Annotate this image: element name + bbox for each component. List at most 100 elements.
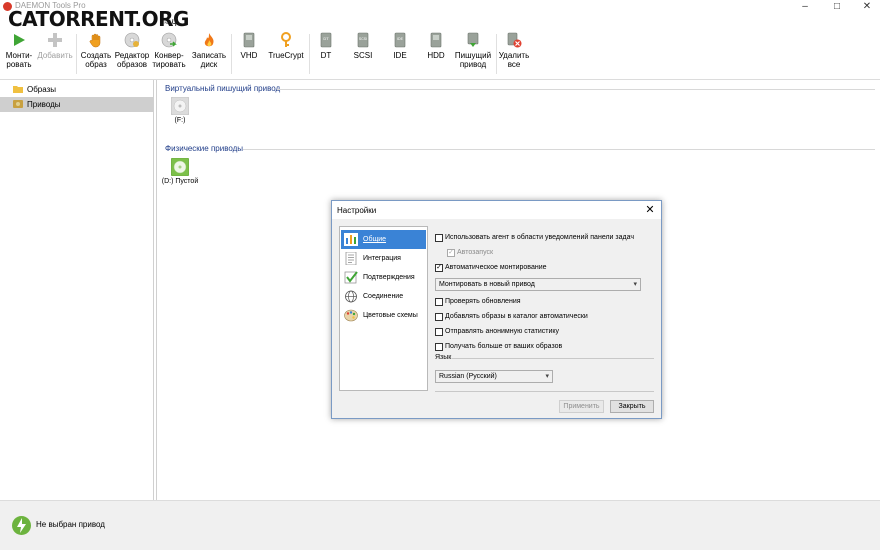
sidebar-item-label: Приводы (27, 100, 61, 109)
image-editor-button[interactable]: Редактор образов (114, 32, 150, 76)
status-bar: Не выбран привод (0, 500, 880, 550)
chevron-down-icon: ▾ (633, 281, 637, 288)
option-more-from-images[interactable]: Получать больше от ваших образов (435, 342, 562, 352)
sidebar-item-drives[interactable]: Приводы (0, 97, 153, 112)
option-use-agent[interactable]: Использовать агент в области уведомлений… (435, 233, 634, 243)
svg-text:IDE: IDE (397, 37, 404, 41)
globe-icon (345, 290, 357, 303)
dt-drive-button[interactable]: DT DT (313, 32, 339, 76)
group-divider (277, 89, 875, 90)
buttons-divider (435, 391, 654, 392)
ide-drive-button[interactable]: IDE IDE (387, 32, 413, 76)
drive-label: (F:) (174, 117, 186, 124)
status-text: Не выбран привод (36, 520, 105, 529)
more-from-images-checkbox[interactable] (435, 343, 443, 351)
drive-label: (D:) Пустой (161, 178, 199, 185)
nav-item-general[interactable]: Общие (341, 230, 426, 249)
writer-drive-button[interactable]: Пишущий привод (453, 32, 493, 76)
send-stats-checkbox[interactable] (435, 328, 443, 336)
palette-icon (344, 309, 358, 322)
remove-all-button[interactable]: Удалить все (498, 32, 530, 76)
nav-item-connection[interactable]: Соединение (341, 287, 426, 306)
svg-text:SCSI: SCSI (359, 37, 367, 41)
nav-item-label: Интеграция (363, 255, 401, 262)
dialog-title-bar: Настройки ✕ (332, 201, 661, 219)
use-agent-checkbox[interactable] (435, 234, 443, 242)
hand-icon (89, 33, 101, 48)
group-divider (243, 149, 875, 150)
scsi-drive-icon: SCSI (357, 32, 369, 48)
watermark-logo: CATORRENT.ORG (8, 7, 189, 31)
nav-item-label: Подтверждения (363, 274, 415, 281)
vhd-icon (243, 32, 255, 48)
convert-icon (161, 32, 177, 48)
general-settings-icon (344, 233, 358, 246)
ide-drive-icon: IDE (394, 32, 406, 48)
check-updates-checkbox[interactable] (435, 298, 443, 306)
language-select[interactable]: Russian (Русский) ▾ (435, 370, 553, 383)
option-send-stats[interactable]: Отправлять анонимную статистику (435, 327, 559, 337)
disc-editor-icon (124, 32, 140, 48)
burn-disc-button[interactable]: Записать диск (190, 32, 228, 76)
close-icon[interactable]: ✕ (852, 0, 880, 14)
physical-drives-group-label: Физические приводы (165, 144, 244, 153)
sidebar: Образы Приводы (0, 80, 154, 500)
scsi-drive-button[interactable]: SCSI SCSI (349, 32, 377, 76)
toolbar-separator (496, 34, 497, 74)
remove-all-icon (507, 32, 522, 48)
writer-drive-icon (467, 32, 479, 47)
physical-drive-d[interactable]: (D:) Пустой (161, 158, 199, 185)
checkmark-icon (344, 271, 358, 284)
document-icon (345, 252, 357, 265)
toolbar-separator (76, 34, 77, 74)
language-divider (452, 358, 654, 359)
lightning-icon (12, 516, 31, 535)
virtual-drive-f[interactable]: (F:) (167, 97, 193, 124)
maximize-icon[interactable]: □ (822, 0, 852, 14)
plus-icon (48, 33, 62, 47)
burn-icon (204, 33, 214, 47)
create-image-button[interactable]: Создать образ (79, 32, 113, 76)
convert-button[interactable]: Конвер- тировать (151, 32, 187, 76)
mount-mode-select[interactable]: Монтировать в новый привод ▾ (435, 278, 641, 291)
drive-icon (13, 100, 23, 108)
chevron-down-icon: ▾ (545, 373, 549, 380)
svg-text:DT: DT (323, 36, 329, 41)
nav-item-integration[interactable]: Интеграция (341, 249, 426, 268)
truecrypt-button[interactable]: TrueCrypt (266, 32, 306, 76)
hdd-icon (430, 32, 442, 48)
hdd-button[interactable]: HDD (423, 32, 449, 76)
play-icon (14, 34, 25, 46)
virtual-drive-icon (171, 97, 189, 115)
nav-item-label: Соединение (363, 293, 404, 300)
toolbar-separator (231, 34, 232, 74)
option-autostart: ✓ Автозапуск (447, 249, 494, 257)
nav-item-confirmations[interactable]: Подтверждения (341, 268, 426, 287)
autostart-checkbox: ✓ (447, 249, 455, 257)
close-button[interactable]: Закрыть (610, 400, 654, 413)
nav-item-label: Общие (363, 236, 387, 243)
vhd-button[interactable]: VHD (236, 32, 262, 76)
automount-checkbox[interactable]: ✓ (435, 264, 443, 272)
option-automount[interactable]: ✓ Автоматическое монтирование (435, 263, 547, 273)
toolbar: Монти- ровать Добавить Создать образ Ред… (0, 28, 880, 80)
folder-icon (13, 86, 23, 93)
key-icon (281, 32, 291, 47)
language-label: Язык (435, 354, 452, 361)
close-icon[interactable]: ✕ (643, 203, 657, 217)
sidebar-item-images[interactable]: Образы (0, 82, 153, 97)
apply-button[interactable]: Применить (559, 400, 604, 413)
minimize-icon[interactable]: – (790, 0, 820, 14)
option-check-updates[interactable]: Проверять обновления (435, 297, 521, 307)
nav-item-color-schemes[interactable]: Цветовые схемы (341, 306, 426, 325)
dt-drive-icon: DT (320, 32, 332, 48)
physical-drive-icon (171, 158, 189, 176)
add-to-catalog-checkbox[interactable] (435, 313, 443, 321)
mount-button[interactable]: Монти- ровать (2, 32, 36, 76)
virtual-drives-group-label: Виртуальный пишущий привод (165, 84, 281, 93)
settings-nav: Общие Интеграция Подтверждения Соединени… (339, 226, 428, 391)
settings-dialog: Настройки ✕ Общие Интеграция Подтвержден… (331, 200, 662, 419)
add-button[interactable]: Добавить (37, 32, 73, 76)
sidebar-item-label: Образы (27, 85, 57, 94)
option-add-to-catalog[interactable]: Добавлять образы в каталог автоматически (435, 312, 588, 322)
